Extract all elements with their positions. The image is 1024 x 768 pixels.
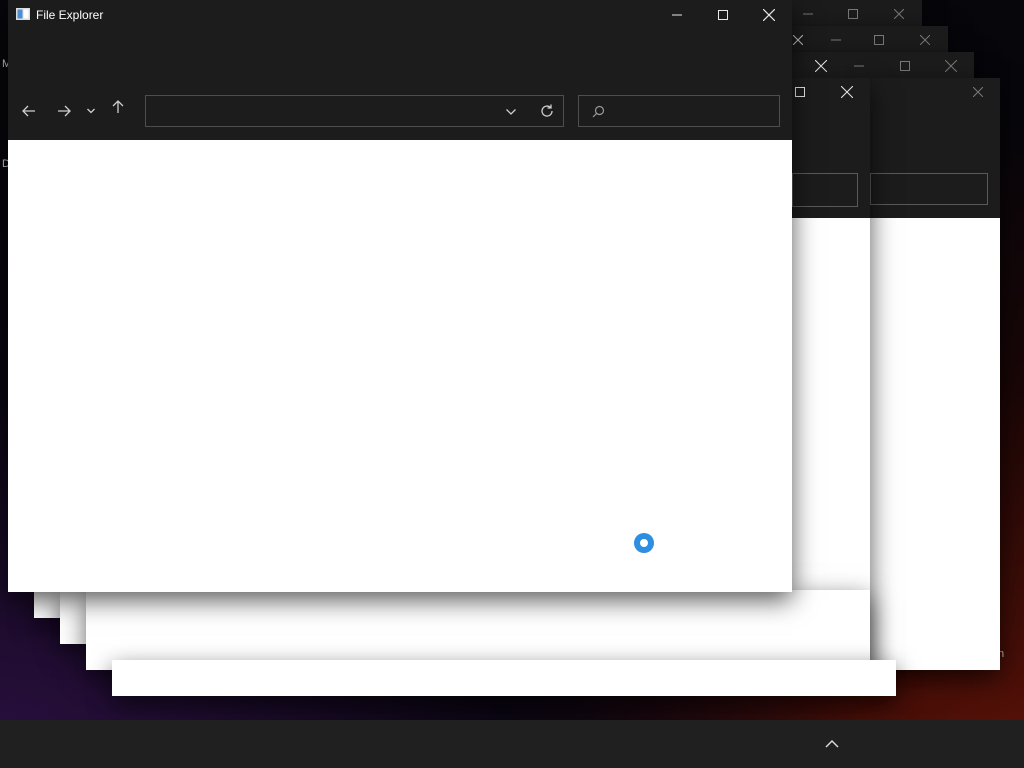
close-icon[interactable] (915, 30, 935, 50)
up-button[interactable] (104, 93, 132, 121)
minimize-icon[interactable] (798, 4, 818, 24)
background-window-front[interactable] (792, 78, 870, 670)
chevron-up-icon (825, 740, 839, 748)
arrow-up-icon (112, 100, 124, 113)
close-icon[interactable] (889, 4, 909, 24)
maximize-icon (718, 10, 728, 20)
maximize-icon[interactable] (843, 4, 863, 24)
search-box[interactable] (578, 95, 780, 127)
chevron-down-icon (87, 108, 95, 114)
recent-locations-button[interactable] (81, 97, 101, 125)
back-button[interactable] (15, 97, 43, 125)
minimize-icon[interactable] (849, 56, 869, 76)
taskbar (0, 720, 1024, 768)
background-window-body (86, 590, 870, 670)
minimize-icon[interactable] (826, 30, 846, 50)
maximize-icon[interactable] (895, 56, 915, 76)
close-icon (763, 9, 775, 21)
close-icon[interactable] (837, 82, 857, 102)
arrow-right-icon (58, 105, 71, 117)
close-icon[interactable] (941, 56, 961, 76)
window-content (870, 218, 1000, 670)
address-bar[interactable] (145, 95, 564, 127)
close-button[interactable] (746, 0, 792, 30)
background-window-4[interactable] (792, 0, 922, 26)
loading-spinner-icon (634, 533, 654, 553)
refresh-button[interactable] (539, 103, 555, 119)
close-icon[interactable] (811, 56, 831, 76)
arrow-left-icon (22, 105, 35, 117)
file-explorer-window[interactable]: File Explorer (8, 0, 792, 592)
minimize-icon (672, 14, 682, 16)
address-bar[interactable] (792, 173, 858, 207)
window-title: File Explorer (36, 8, 104, 22)
maximize-icon[interactable] (869, 30, 889, 50)
address-dropdown-button[interactable] (504, 105, 518, 119)
file-explorer-app-icon (16, 8, 30, 20)
minimize-button[interactable] (654, 0, 700, 30)
background-window-1[interactable] (870, 78, 1000, 670)
close-icon[interactable] (792, 30, 808, 50)
chevron-down-icon (506, 109, 516, 115)
forward-button[interactable] (50, 97, 78, 125)
file-list-pane[interactable] (8, 140, 792, 592)
search-icon (592, 105, 605, 118)
show-hidden-icons-button[interactable] (820, 732, 844, 756)
close-icon[interactable] (968, 82, 988, 102)
maximize-icon[interactable] (792, 82, 810, 102)
background-window-body (112, 660, 896, 696)
search-box[interactable] (870, 173, 988, 205)
title-bar[interactable]: File Explorer (8, 0, 792, 30)
refresh-icon (541, 104, 553, 117)
maximize-button[interactable] (700, 0, 746, 30)
